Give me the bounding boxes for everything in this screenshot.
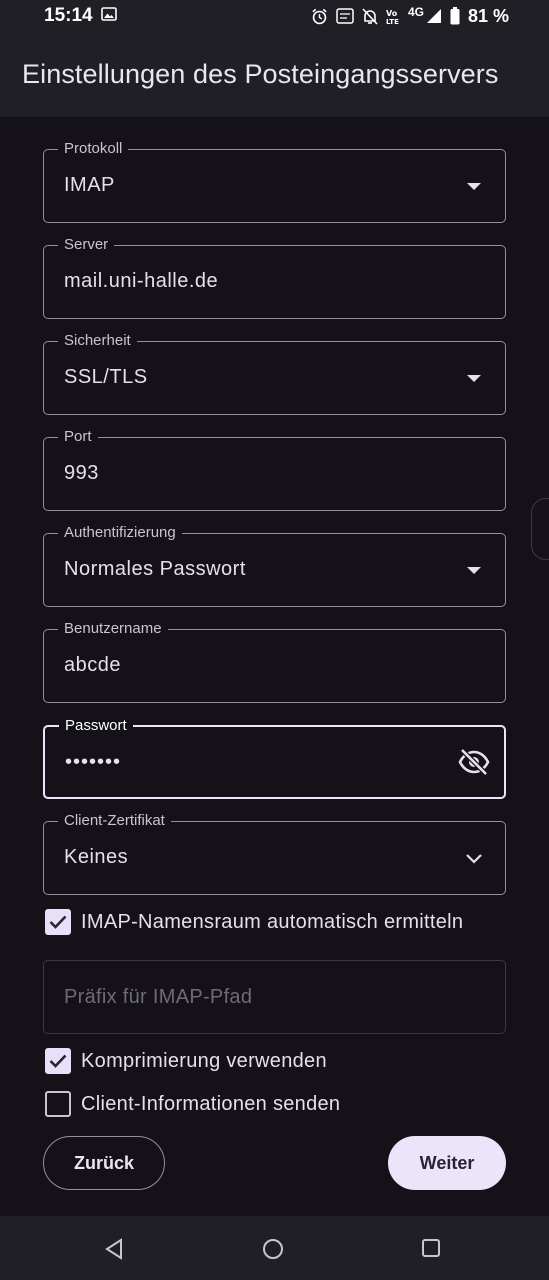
password-label: Passwort — [59, 717, 133, 735]
auth-label: Authentifizierung — [58, 524, 182, 542]
next-button[interactable]: Weiter — [388, 1136, 506, 1190]
username-field[interactable]: Benutzername abcde — [43, 620, 506, 703]
client-info-label: Client-Informationen senden — [81, 1092, 341, 1115]
auto-namespace-checkbox[interactable] — [45, 909, 71, 935]
port-value: 993 — [64, 462, 99, 484]
auto-namespace-checkbox-row[interactable]: IMAP-Namensraum automatisch ermitteln — [45, 909, 463, 935]
server-label: Server — [58, 236, 115, 254]
password-value: ••••••• — [65, 751, 122, 773]
signal-icon — [426, 8, 442, 24]
imap-prefix-field: Präfix für IMAP-Pfad — [43, 960, 506, 1034]
client-cert-value: Keines — [64, 846, 129, 868]
dropdown-arrow-icon — [467, 375, 481, 382]
dropdown-arrow-icon — [467, 183, 481, 190]
status-time: 15:14 — [44, 5, 93, 26]
compression-checkbox[interactable] — [45, 1048, 71, 1074]
auth-value: Normales Passwort — [64, 558, 246, 580]
imap-prefix-placeholder: Präfix für IMAP-Pfad — [64, 986, 253, 1008]
network-type: 4G — [407, 5, 424, 19]
security-label: Sicherheit — [58, 332, 137, 350]
protocol-label: Protokoll — [58, 140, 129, 158]
nav-home-icon[interactable] — [262, 1238, 284, 1265]
dropdown-arrow-icon — [467, 567, 481, 574]
status-left: 15:14 — [44, 5, 117, 27]
status-bar: 15:14 Vo LTE 4G 81 % — [0, 0, 549, 32]
dnd-icon — [362, 7, 378, 25]
port-label: Port — [58, 428, 98, 446]
volte-icon: Vo LTE — [386, 8, 400, 25]
username-label: Benutzername — [58, 620, 168, 638]
navigation-bar — [0, 1216, 549, 1280]
password-field[interactable]: Passwort ••••••• — [43, 717, 506, 799]
auth-dropdown[interactable]: Authentifizierung Normales Passwort — [43, 524, 506, 607]
server-field[interactable]: Server mail.uni-halle.de — [43, 236, 506, 319]
server-value: mail.uni-halle.de — [64, 270, 219, 292]
protocol-value: IMAP — [64, 174, 115, 196]
security-dropdown[interactable]: Sicherheit SSL/TLS — [43, 332, 506, 415]
client-info-checkbox-row[interactable]: Client-Informationen senden — [45, 1091, 340, 1117]
battery-icon — [450, 7, 460, 25]
svg-text:LTE: LTE — [386, 18, 399, 25]
battery-percent: 81 % — [467, 5, 509, 26]
port-field[interactable]: Port 993 — [43, 428, 506, 511]
image-icon — [100, 5, 117, 27]
security-value: SSL/TLS — [64, 366, 148, 388]
alarm-icon — [311, 8, 328, 25]
status-right: Vo LTE 4G 81 % — [311, 5, 509, 27]
nav-back-icon[interactable] — [103, 1238, 125, 1265]
compression-checkbox-row[interactable]: Komprimierung verwenden — [45, 1048, 327, 1074]
app-bar: Einstellungen des Posteingangsservers — [0, 32, 549, 117]
edge-panel-handle[interactable] — [531, 498, 549, 560]
chevron-down-icon — [465, 849, 483, 872]
nav-recents-icon[interactable] — [421, 1238, 441, 1263]
back-button[interactable]: Zurück — [43, 1136, 165, 1190]
protocol-dropdown[interactable]: Protokoll IMAP — [43, 140, 506, 223]
compression-label: Komprimierung verwenden — [81, 1049, 327, 1072]
client-info-checkbox[interactable] — [45, 1091, 71, 1117]
page-title: Einstellungen des Posteingangsservers — [22, 59, 499, 89]
svg-text:Vo: Vo — [386, 9, 398, 18]
eye-off-icon[interactable] — [458, 748, 490, 781]
auto-namespace-label: IMAP-Namensraum automatisch ermitteln — [81, 910, 464, 933]
client-cert-dropdown[interactable]: Client-Zertifikat Keines — [43, 812, 506, 895]
username-value: abcde — [64, 654, 121, 676]
data-saver-icon — [336, 8, 354, 24]
client-cert-label: Client-Zertifikat — [58, 812, 171, 830]
